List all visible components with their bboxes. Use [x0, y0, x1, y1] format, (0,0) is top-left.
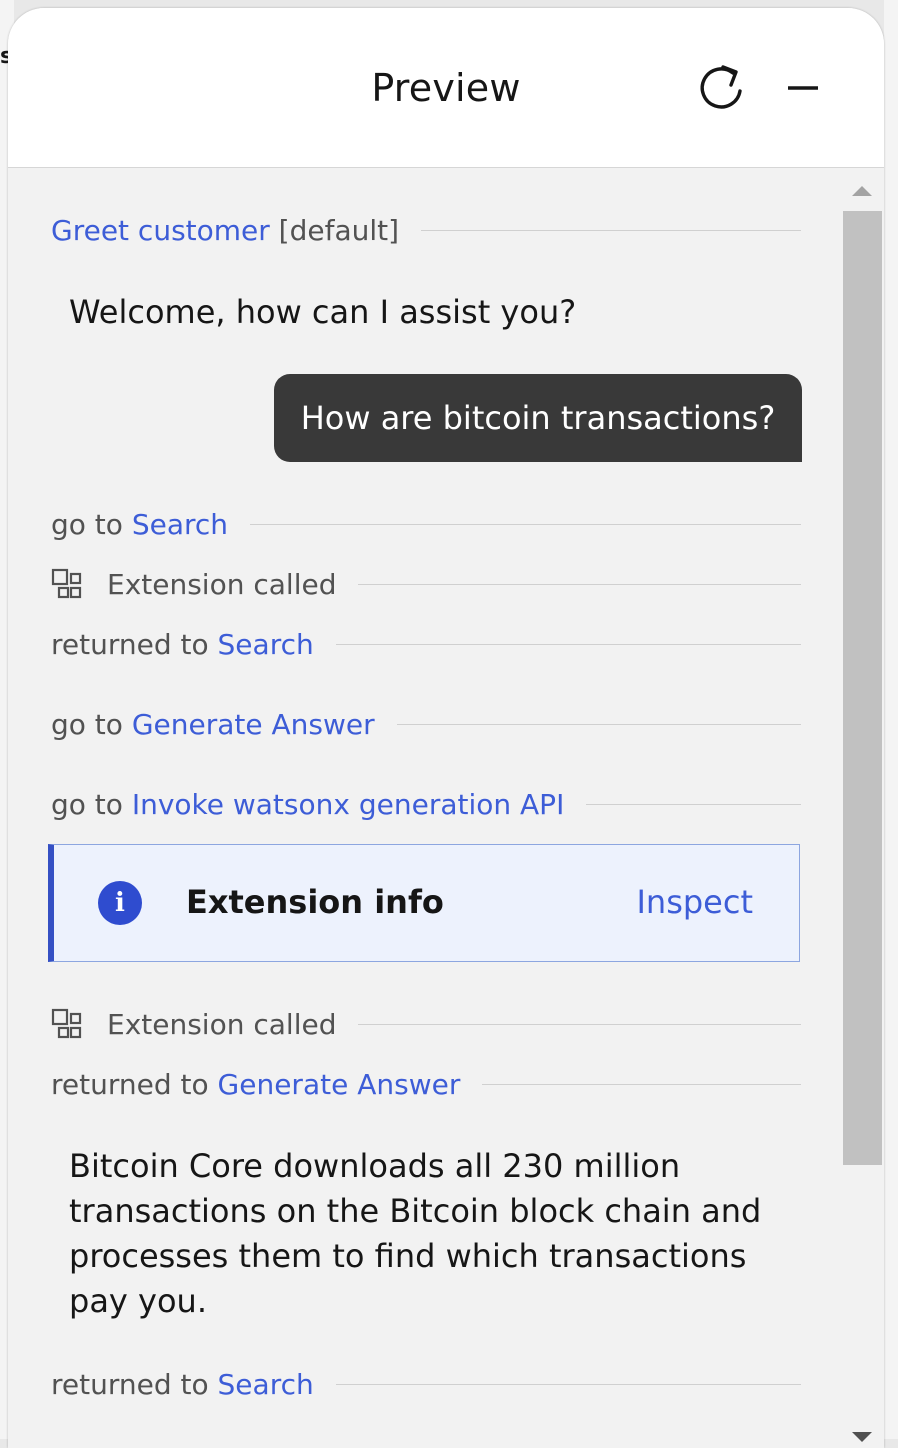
- event-prefix: go to: [51, 787, 132, 821]
- divider-line: [358, 1023, 801, 1025]
- inspect-link[interactable]: Inspect: [636, 883, 753, 921]
- divider-line: [482, 1083, 801, 1085]
- event-go-to-search: go to Search: [51, 504, 801, 544]
- event-go-to-invoke-api: go to Invoke watsonx generation API: [51, 784, 801, 824]
- divider-line: [586, 803, 801, 805]
- event-prefix: go to: [51, 707, 132, 741]
- event-prefix: returned to: [51, 627, 218, 661]
- extension-icon: [51, 568, 82, 599]
- divider-line: [250, 523, 801, 525]
- event-link-generate-answer[interactable]: Generate Answer: [132, 708, 375, 741]
- bot-welcome-message: Welcome, how can I assist you?: [69, 293, 577, 331]
- preview-header: Preview: [8, 8, 884, 168]
- event-link-generate-answer[interactable]: Generate Answer: [218, 1068, 461, 1101]
- event-returned-to-search: returned to Search: [51, 1364, 801, 1404]
- event-extension-called: Extension called: [51, 1004, 801, 1044]
- extension-info-title: Extension info: [186, 883, 444, 921]
- event-prefix: returned to: [51, 1367, 218, 1401]
- event-prefix: returned to: [51, 1067, 218, 1101]
- event-link-invoke-api[interactable]: Invoke watsonx generation API: [132, 788, 565, 821]
- greet-customer-row: Greet customer [default]: [51, 210, 801, 250]
- greet-customer-link[interactable]: Greet customer: [51, 214, 270, 247]
- divider-line: [396, 723, 801, 725]
- bot-answer-message: Bitcoin Core downloads all 230 million t…: [69, 1147, 762, 1320]
- panel-title: Preview: [371, 66, 521, 110]
- extension-info-card: i Extension info Inspect: [48, 844, 800, 962]
- info-icon: i: [98, 881, 142, 925]
- event-go-to-generate-answer: go to Generate Answer: [51, 704, 801, 744]
- extension-icon: [51, 1008, 82, 1039]
- event-prefix: go to: [51, 507, 132, 541]
- divider-line: [358, 583, 801, 585]
- event-returned-to-search: returned to Search: [51, 624, 801, 664]
- minimize-button[interactable]: [784, 68, 824, 108]
- refresh-button[interactable]: [696, 60, 750, 114]
- event-extension-called: Extension called: [51, 564, 801, 604]
- background-app-edge-right: [884, 0, 898, 1439]
- user-message-bubble: How are bitcoin transactions?: [274, 374, 802, 462]
- event-returned-to-generate-answer: returned to Generate Answer: [51, 1064, 801, 1104]
- event-link-search[interactable]: Search: [132, 508, 228, 541]
- divider-line: [335, 643, 801, 645]
- event-link-search[interactable]: Search: [218, 1368, 314, 1401]
- event-text: Extension called: [107, 1007, 337, 1041]
- scroll-up-arrow[interactable]: [852, 186, 872, 196]
- scroll-down-arrow[interactable]: [852, 1432, 872, 1442]
- divider-line: [421, 229, 801, 231]
- refresh-icon: [700, 65, 742, 109]
- event-text: Extension called: [107, 567, 337, 601]
- scrollbar-thumb[interactable]: [843, 211, 882, 1165]
- greet-default-label: [default]: [269, 213, 400, 247]
- event-link-search[interactable]: Search: [218, 628, 314, 661]
- minimize-icon: [788, 86, 818, 90]
- divider-line: [335, 1383, 801, 1385]
